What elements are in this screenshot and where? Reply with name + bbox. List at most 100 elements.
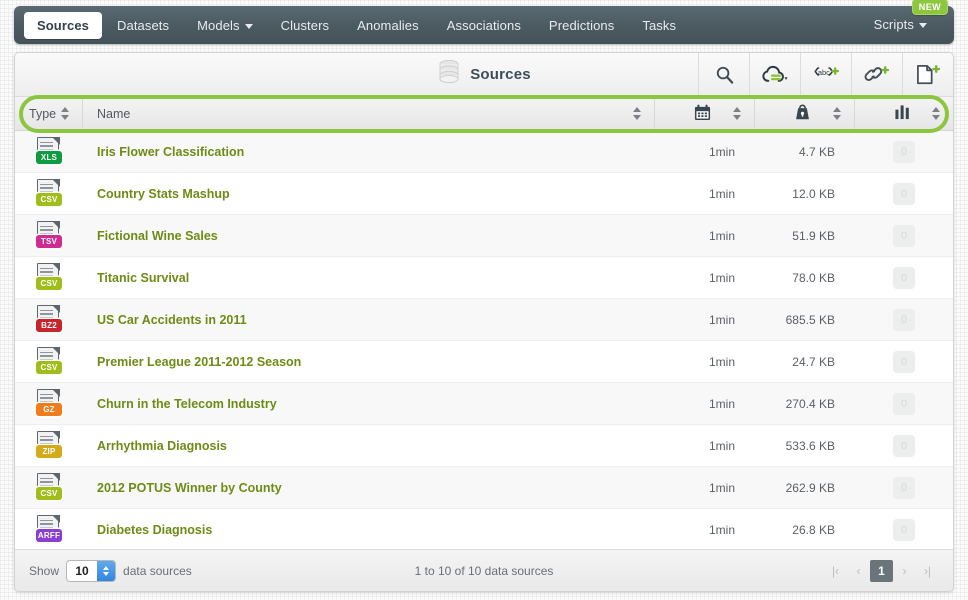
cell-type: BZ2 xyxy=(15,304,83,335)
page-size-select[interactable]: 10 xyxy=(66,559,117,582)
column-header-date[interactable] xyxy=(655,97,755,130)
sort-icon[interactable] xyxy=(632,107,641,120)
sort-icon[interactable] xyxy=(732,107,741,120)
column-header-instances[interactable] xyxy=(855,97,953,130)
file-type-label: GZ xyxy=(36,402,62,416)
cell-date: 1min xyxy=(708,354,735,369)
cell-instances: 0 xyxy=(855,266,953,289)
nav-item-scripts[interactable]: Scripts xyxy=(861,11,940,38)
cell-date: 1min xyxy=(708,312,735,327)
cell-size: 262.9 KB xyxy=(785,480,835,495)
cell-size: 24.7 KB xyxy=(792,354,835,369)
file-type-label: ARFF xyxy=(36,528,62,542)
chevron-down-icon xyxy=(919,23,927,29)
source-name-link[interactable]: Diabetes Diagnosis xyxy=(83,523,655,537)
cell-date: 1min xyxy=(708,396,735,411)
table-row[interactable]: TSV Fictional Wine Sales 1min 51.9 KB 0 xyxy=(15,215,953,257)
weight-icon xyxy=(776,103,811,124)
file-type-icon: CSV xyxy=(36,346,62,377)
table-row[interactable]: ARFF Diabetes Diagnosis 1min 26.8 KB 0 xyxy=(15,509,953,549)
table-row[interactable]: CSV Premier League 2011-2012 Season 1min 24… xyxy=(15,341,953,383)
new-source-icon[interactable] xyxy=(902,53,953,96)
first-page-button[interactable]: |‹ xyxy=(824,560,847,582)
cell-size: 685.5 KB xyxy=(785,312,835,327)
file-type-label: TSV xyxy=(36,234,62,248)
source-name-link[interactable]: Fictional Wine Sales xyxy=(83,229,655,243)
cell-date: 1min xyxy=(708,480,735,495)
nav-item-associations[interactable]: Associations xyxy=(434,12,534,39)
panel-toolbar: Sources abc xyxy=(15,53,953,97)
sort-icon[interactable] xyxy=(60,107,69,120)
cell-size: 26.8 KB xyxy=(792,522,835,537)
cell-instances: 0 xyxy=(855,182,953,205)
cell-instances: 0 xyxy=(855,518,953,541)
source-name-link[interactable]: Iris Flower Classification xyxy=(83,145,655,159)
cell-size: 51.9 KB xyxy=(792,228,835,243)
cell-instances: 0 xyxy=(855,476,953,499)
table-row[interactable]: XLS Iris Flower Classification 1min 4.7 KB 0 xyxy=(15,131,953,173)
page-size-value: 10 xyxy=(75,563,89,578)
nav-item-predictions[interactable]: Predictions xyxy=(536,12,627,39)
file-type-label: ZIP xyxy=(36,444,62,458)
cell-type: CSV xyxy=(15,472,83,503)
nav-item-clusters[interactable]: Clusters xyxy=(268,12,342,39)
chevron-down-icon xyxy=(244,23,253,29)
table-row[interactable]: CSV 2012 POTUS Winner by County 1min 262.9 … xyxy=(15,467,953,509)
source-name-link[interactable]: Premier League 2011-2012 Season xyxy=(83,355,655,369)
column-header-type[interactable]: Type xyxy=(15,97,83,130)
instance-count-chip: 0 xyxy=(893,518,915,541)
table-row[interactable]: BZ2 US Car Accidents in 2011 1min 685.5 KB 0 xyxy=(15,299,953,341)
nav-item-models[interactable]: Models xyxy=(184,12,266,39)
source-name-link[interactable]: Country Stats Mashup xyxy=(83,187,655,201)
table-column-header: Type Name xyxy=(15,97,953,131)
instance-count-chip: 0 xyxy=(893,140,915,163)
source-name-link[interactable]: Churn in the Telecom Industry xyxy=(83,397,655,411)
database-icon xyxy=(437,59,461,90)
link-source-icon[interactable] xyxy=(851,53,902,96)
table-row[interactable]: CSV Country Stats Mashup 1min 12.0 KB 0 xyxy=(15,173,953,215)
search-icon[interactable] xyxy=(698,53,749,96)
table-row[interactable]: CSV Titanic Survival 1min 78.0 KB 0 xyxy=(15,257,953,299)
toolbar-actions: abc xyxy=(698,53,953,96)
prev-page-button[interactable]: ‹ xyxy=(847,560,870,582)
file-type-icon: XLS xyxy=(36,136,62,167)
sort-icon[interactable] xyxy=(832,107,841,120)
nav-item-sources[interactable]: Sources xyxy=(24,11,103,39)
scripts-menu[interactable]: NEW Scripts xyxy=(861,0,948,34)
cloud-upload-icon[interactable] xyxy=(749,53,800,96)
nav-item-datasets[interactable]: Datasets xyxy=(104,12,182,39)
source-name-link[interactable]: Arrhythmia Diagnosis xyxy=(83,439,655,453)
table-row[interactable]: ZIP Arrhythmia Diagnosis 1min 533.6 KB 0 xyxy=(15,425,953,467)
cell-type: CSV xyxy=(15,178,83,209)
nav-item-scripts-label: Scripts xyxy=(873,17,914,32)
cell-instances: 0 xyxy=(855,434,953,457)
source-name-link[interactable]: Titanic Survival xyxy=(83,271,655,285)
nav-item-anomalies[interactable]: Anomalies xyxy=(344,12,432,39)
stepper-icon[interactable] xyxy=(97,560,116,581)
nav-item-label: Associations xyxy=(446,17,521,33)
last-page-button[interactable]: ›| xyxy=(916,560,939,582)
application-root: Sources Datasets Models Clusters Anomalies As… xyxy=(0,0,968,600)
bar-chart-icon xyxy=(876,104,911,123)
file-type-label: CSV xyxy=(36,192,62,206)
file-type-label: CSV xyxy=(36,276,62,290)
next-page-button[interactable]: › xyxy=(893,560,916,582)
table-row[interactable]: GZ Churn in the Telecom Industry 1min 270.4… xyxy=(15,383,953,425)
instance-count-chip: 0 xyxy=(893,266,915,289)
cell-date: 1min xyxy=(708,144,735,159)
inline-source-icon[interactable]: abc xyxy=(800,53,851,96)
column-header-name[interactable]: Name xyxy=(83,97,655,130)
nav-item-label: Anomalies xyxy=(357,17,419,33)
column-header-size[interactable] xyxy=(755,97,855,130)
source-name-link[interactable]: US Car Accidents in 2011 xyxy=(83,313,655,327)
file-type-icon: TSV xyxy=(36,220,62,251)
nav-item-tasks[interactable]: Tasks xyxy=(629,12,689,39)
cell-date: 1min xyxy=(708,186,735,201)
source-name-link[interactable]: 2012 POTUS Winner by County xyxy=(83,481,655,495)
nav-item-label: Predictions xyxy=(548,17,615,33)
cell-size: 12.0 KB xyxy=(792,186,835,201)
page-1-button[interactable]: 1 xyxy=(870,559,893,582)
nav-item-label: Datasets xyxy=(117,17,170,33)
cell-type: ARFF xyxy=(15,514,83,545)
sort-icon[interactable] xyxy=(931,107,940,120)
